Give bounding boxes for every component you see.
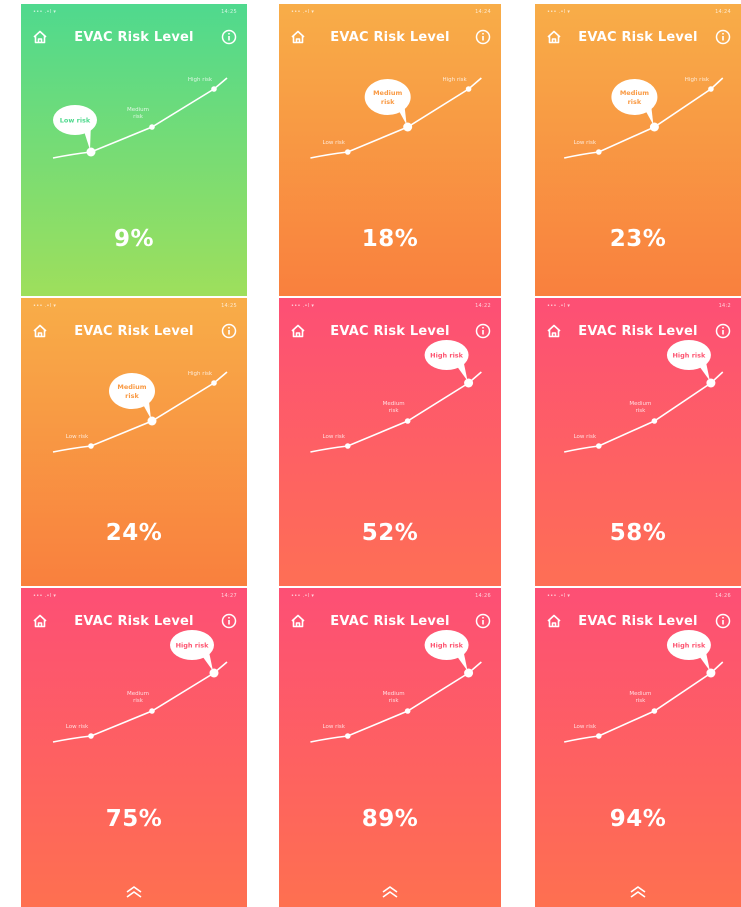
low-risk-point <box>88 443 94 449</box>
medium-risk-point <box>149 708 155 714</box>
medium-risk-label-2: risk <box>389 698 400 704</box>
low-risk-label: Low risk <box>323 724 346 730</box>
medium-risk-point <box>147 416 157 426</box>
risk-screen-2: ••• .•l ▾ 14:24 EVAC Risk Level Low risk Med… <box>279 4 501 296</box>
medium-risk-label-2: risk <box>389 408 400 414</box>
risk-percentage: 9% <box>113 226 155 252</box>
low-risk-label: Low risk <box>66 434 89 440</box>
risk-screen-6: ••• .•l ▾ 14:2 EVAC Risk Level Low risk Medi… <box>535 298 741 586</box>
low-risk-point <box>344 149 351 155</box>
high-risk-bubble: High risk <box>666 630 711 671</box>
high-risk-bubble: High risk <box>666 340 711 381</box>
medium-risk-label: Medium <box>383 691 405 697</box>
risk-curve: Low risk Mediumrisk High risk <box>563 77 724 159</box>
high-risk-point <box>708 86 714 92</box>
medium-risk-label: Medium <box>117 383 146 391</box>
medium-risk-point <box>404 708 411 714</box>
high-risk-label: High risk <box>430 642 464 650</box>
medium-risk-label-2: risk <box>381 98 395 106</box>
high-risk-point <box>211 86 217 92</box>
low-risk-label: Low risk <box>60 117 91 125</box>
high-risk-point <box>211 380 217 386</box>
risk-percentage: 23% <box>609 226 667 252</box>
high-risk-point <box>464 668 474 678</box>
high-risk-label: High risk <box>672 642 706 650</box>
risk-screen-7: ••• .•l ▾ 14:27 EVAC Risk Level Low risk Med… <box>21 588 247 907</box>
risk-screen-5: ••• .•l ▾ 14:22 EVAC Risk Level Low risk Med… <box>279 298 501 586</box>
chevron-up-icon[interactable] <box>629 885 647 899</box>
risk-percentage: 75% <box>105 806 163 832</box>
risk-percentage: 58% <box>609 520 667 546</box>
medium-risk-label-2: risk <box>125 392 139 400</box>
medium-risk-point <box>404 418 411 424</box>
risk-screen-1: ••• .•l ▾ 14:25 EVAC Risk Level Low risk Med… <box>21 4 247 296</box>
medium-risk-point <box>651 708 658 714</box>
low-risk-label: Low risk <box>66 724 89 730</box>
medium-risk-label: Medium <box>629 401 651 407</box>
medium-risk-label: Medium <box>127 691 149 697</box>
high-risk-point <box>706 668 716 678</box>
risk-percentage: 52% <box>361 520 419 546</box>
medium-risk-bubble: Mediumrisk <box>364 79 411 125</box>
medium-risk-bubble: Mediumrisk <box>611 79 658 125</box>
high-risk-label: High risk <box>442 77 467 83</box>
high-risk-label: High risk <box>188 77 213 83</box>
risk-percentage: 89% <box>361 806 419 832</box>
risk-screen-4: ••• .•l ▾ 14:25 EVAC Risk Level Low risk Med… <box>21 298 247 586</box>
risk-percentage: 18% <box>361 226 419 252</box>
low-risk-point <box>344 443 351 449</box>
medium-risk-label: Medium <box>383 401 405 407</box>
medium-risk-label-2: risk <box>133 698 144 704</box>
low-risk-bubble: Low risk <box>53 105 97 150</box>
risk-percentage: 24% <box>105 520 163 546</box>
low-risk-label: Low risk <box>574 724 597 730</box>
risk-curve: Low risk Mediumrisk High risk <box>563 630 724 743</box>
medium-risk-bubble: Mediumrisk <box>109 373 155 419</box>
medium-risk-point <box>649 122 659 132</box>
high-risk-bubble: High risk <box>170 630 214 671</box>
medium-risk-label-2: risk <box>628 98 642 106</box>
low-risk-point <box>596 149 602 155</box>
medium-risk-point <box>403 122 413 132</box>
risk-screen-9: ••• .•l ▾ 14:26 EVAC Risk Level Low risk Med… <box>535 588 741 907</box>
high-risk-point <box>465 86 472 92</box>
low-risk-label: Low risk <box>574 140 597 146</box>
high-risk-bubble: High risk <box>424 630 469 671</box>
low-risk-point <box>596 733 602 739</box>
medium-risk-label-2: risk <box>635 408 646 414</box>
risk-curve: Low risk Mediumrisk High risk <box>310 630 482 743</box>
high-risk-label: High risk <box>176 642 210 650</box>
high-risk-label: High risk <box>672 352 706 360</box>
high-risk-point <box>464 378 474 388</box>
low-risk-point <box>344 733 351 739</box>
medium-risk-label-2: risk <box>133 114 144 120</box>
chevron-up-icon[interactable] <box>381 885 399 899</box>
high-risk-point <box>706 378 716 388</box>
medium-risk-label: Medium <box>629 691 651 697</box>
high-risk-label: High risk <box>188 371 213 377</box>
high-risk-label: High risk <box>430 352 464 360</box>
low-risk-point <box>596 443 602 449</box>
high-risk-point <box>209 668 219 678</box>
medium-risk-label-2: risk <box>635 698 646 704</box>
low-risk-label: Low risk <box>323 140 346 146</box>
risk-screen-8: ••• .•l ▾ 14:26 EVAC Risk Level Low risk Med… <box>279 588 501 907</box>
medium-risk-point <box>149 124 155 130</box>
risk-curve: Low risk Mediumrisk High risk <box>52 630 228 743</box>
high-risk-bubble: High risk <box>424 340 469 381</box>
low-risk-label: Low risk <box>574 434 597 440</box>
medium-risk-label: Medium <box>373 89 402 97</box>
low-risk-point <box>88 733 94 739</box>
chevron-up-icon[interactable] <box>125 885 143 899</box>
low-risk-label: Low risk <box>323 434 346 440</box>
high-risk-label: High risk <box>685 77 710 83</box>
risk-screen-3: ••• .•l ▾ 14:24 EVAC Risk Level Low risk Med… <box>535 4 741 296</box>
medium-risk-point <box>651 418 658 424</box>
risk-percentage: 94% <box>609 806 667 832</box>
low-risk-point <box>86 147 96 157</box>
medium-risk-label: Medium <box>620 89 649 97</box>
medium-risk-label: Medium <box>127 107 149 113</box>
risk-curve: Low risk Mediumrisk High risk <box>52 77 228 159</box>
risk-curve: Low risk Mediumrisk High risk <box>310 77 482 159</box>
